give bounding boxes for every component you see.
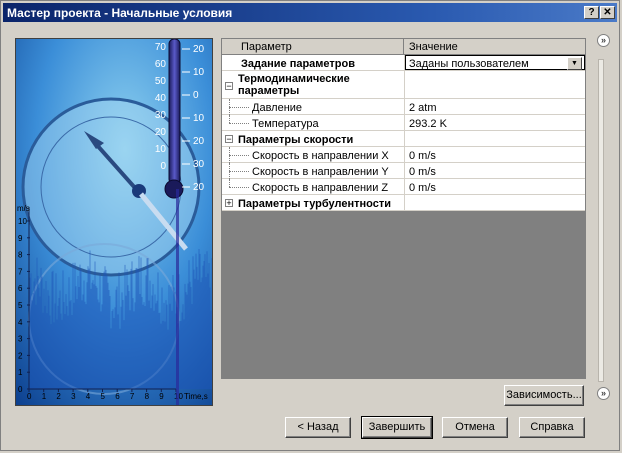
- y-tick-label: 2: [18, 351, 23, 360]
- thermometer-bulb: [164, 179, 184, 199]
- column-header-param[interactable]: Параметр: [238, 39, 404, 54]
- side-scroll-track[interactable]: [598, 59, 604, 382]
- row-label: Скорость в направлении Z: [252, 182, 389, 194]
- row-label: Скорость в направлении Y: [252, 166, 389, 178]
- thermo-right-label: 10: [193, 113, 205, 124]
- row-velocity-y[interactable]: Скорость в направлении Y 0 m/s: [222, 163, 585, 179]
- row-thermo-group[interactable]: − Термодинамические параметры: [222, 71, 585, 99]
- collapse-icon[interactable]: −: [225, 135, 233, 144]
- row-label: Параметры турбулентности: [238, 198, 391, 210]
- thermo-left-label: 60: [155, 59, 167, 70]
- parameter-mode-select[interactable]: Заданы пользователем ▼: [405, 55, 585, 70]
- row-velocity-x[interactable]: Скорость в направлении X 0 m/s: [222, 147, 585, 163]
- x-tick-label: 8: [145, 392, 150, 401]
- help-title-button[interactable]: ?: [584, 6, 599, 19]
- wizard-illustration: 109876543210 m/s 012345678910 Time,s 706…: [15, 38, 213, 406]
- x-tick-label: 4: [86, 392, 91, 401]
- row-velocity-z[interactable]: Скорость в направлении Z 0 m/s: [222, 179, 585, 195]
- y-axis-label: m/s: [17, 204, 30, 213]
- thermo-right-label: 20: [193, 182, 205, 193]
- row-pressure[interactable]: Давление 2 atm: [222, 99, 585, 115]
- thermo-left-label: 40: [155, 93, 167, 104]
- y-tick-label: 6: [18, 284, 23, 293]
- row-label: Термодинамические параметры: [238, 73, 350, 97]
- thermo-left-label: 20: [155, 127, 167, 138]
- x-tick-label: 6: [115, 392, 120, 401]
- collapse-icon[interactable]: −: [225, 82, 233, 91]
- thermo-right-label: 0: [193, 90, 199, 101]
- x-tick-label: 5: [101, 392, 106, 401]
- expand-bottom-icon[interactable]: »: [597, 387, 610, 400]
- thermo-right-label: 30: [193, 159, 205, 170]
- grid-header: Параметр Значение: [222, 39, 585, 55]
- row-value: 293.2 K: [409, 118, 447, 130]
- thermometer-tube: [168, 39, 181, 185]
- x-tick-label: 0: [27, 392, 32, 401]
- y-tick-label: 4: [18, 318, 23, 327]
- thermo-left-label: 70: [155, 42, 167, 53]
- back-button[interactable]: < Назад: [285, 417, 351, 438]
- wizard-window: Мастер проекта - Начальные условия ? ✕ »…: [0, 0, 620, 451]
- row-turbulence-group[interactable]: + Параметры турбулентности: [222, 195, 585, 211]
- y-tick-label: 9: [18, 234, 23, 243]
- row-value: 0 m/s: [409, 182, 436, 194]
- thermo-right-label: 20: [193, 44, 205, 55]
- x-tick-label: 1: [42, 392, 47, 401]
- y-tick-label: 10: [18, 217, 27, 226]
- dependency-button[interactable]: Зависимость...: [504, 385, 584, 406]
- y-tick-label: 5: [18, 301, 23, 310]
- x-tick-label: 9: [159, 392, 164, 401]
- thermo-right-label: 10: [193, 67, 205, 78]
- close-title-button[interactable]: ✕: [600, 6, 615, 19]
- row-value: 2 atm: [409, 102, 437, 114]
- finish-button[interactable]: Завершить: [361, 416, 433, 439]
- dropdown-arrow-icon[interactable]: ▼: [567, 57, 582, 70]
- row-temperature[interactable]: Температура 293.2 K: [222, 115, 585, 131]
- thermo-right-label: 20: [193, 136, 205, 147]
- row-label: Температура: [252, 118, 319, 130]
- row-parameter-mode[interactable]: Задание параметров Заданы пользователем …: [222, 55, 585, 71]
- title-bar: Мастер проекта - Начальные условия ? ✕: [3, 3, 617, 22]
- y-tick-label: 7: [18, 267, 23, 276]
- expand-top-icon[interactable]: »: [597, 34, 610, 47]
- row-label: Параметры скорости: [238, 134, 354, 146]
- row-value: 0 m/s: [409, 150, 436, 162]
- row-velocity-group[interactable]: − Параметры скорости: [222, 131, 585, 147]
- x-tick-label: 7: [130, 392, 135, 401]
- expand-icon[interactable]: +: [225, 199, 233, 208]
- y-tick-label: 8: [18, 251, 23, 260]
- row-label: Скорость в направлении X: [252, 150, 389, 162]
- thermo-left-label: 0: [160, 161, 166, 172]
- illustration-svg: 109876543210 m/s 012345678910 Time,s 706…: [16, 39, 212, 405]
- y-tick-label: 3: [18, 335, 23, 344]
- row-label: Давление: [252, 102, 303, 114]
- window-title: Мастер проекта - Начальные условия: [7, 6, 233, 20]
- property-grid: Параметр Значение Задание параметров Зад…: [221, 38, 586, 379]
- select-value: Заданы пользователем: [409, 58, 529, 70]
- thermo-left-label: 30: [155, 110, 167, 121]
- x-axis-label: Time,s: [184, 392, 208, 401]
- row-value: 0 m/s: [409, 166, 436, 178]
- thermo-left-label: 50: [155, 76, 167, 87]
- x-tick-label: 2: [56, 392, 61, 401]
- y-tick-label: 0: [18, 385, 23, 394]
- y-tick-label: 1: [18, 368, 23, 377]
- cancel-button[interactable]: Отмена: [442, 417, 508, 438]
- column-header-value[interactable]: Значение: [405, 39, 585, 54]
- x-tick-label: 3: [71, 392, 76, 401]
- help-button[interactable]: Справка: [519, 417, 585, 438]
- thermo-left-label: 10: [155, 144, 167, 155]
- row-label: Задание параметров: [241, 58, 355, 70]
